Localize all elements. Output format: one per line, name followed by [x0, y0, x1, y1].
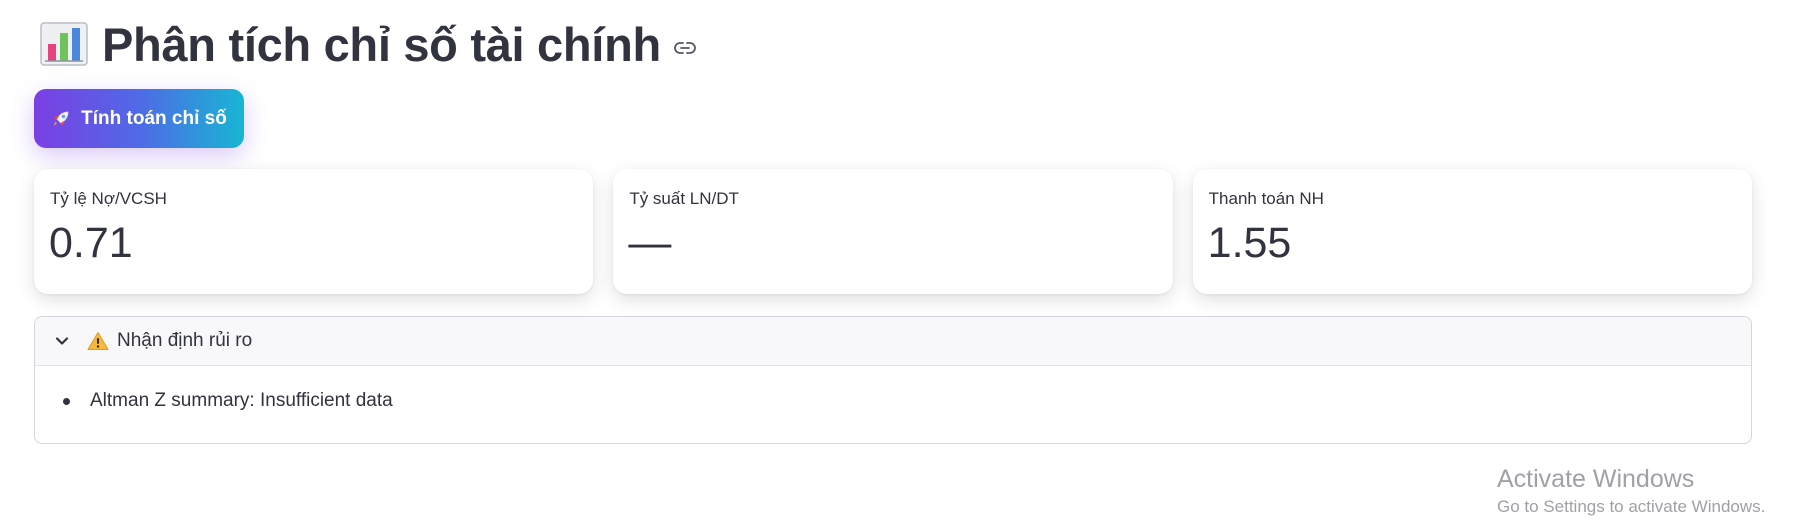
metric-card-debt-equity: Tỷ lệ Nợ/VCSH 0.71 [34, 169, 594, 294]
activate-windows-watermark: Activate Windows Go to Settings to activ… [1497, 464, 1765, 518]
chevron-down-icon [53, 332, 71, 350]
risk-list: Altman Z summary: Insufficient data [57, 390, 1729, 412]
expander-title: Nhận định rủi ro [117, 330, 253, 351]
bar-chart-icon [40, 20, 88, 68]
bullet-icon [63, 397, 70, 405]
metrics-row: Tỷ lệ Nợ/VCSH 0.71 Tỷ suất LN/DT — Thanh… [34, 169, 1752, 294]
page-title: Phân tích chỉ số tài chính [102, 17, 661, 71]
risk-assessment-expander: Nhận định rủi ro Altman Z summary: Insuf… [34, 316, 1752, 444]
link-icon[interactable] [673, 36, 697, 60]
expander-header[interactable]: Nhận định rủi ro [35, 317, 1751, 366]
title-row: Phân tích chỉ số tài chính [40, 14, 697, 74]
app-page: Phân tích chỉ số tài chính Tính toán chỉ… [0, 0, 1801, 521]
metric-label: Tỷ suất LN/DT [629, 189, 739, 208]
watermark-title: Activate Windows [1497, 465, 1695, 493]
calculate-ratios-button[interactable]: Tính toán chỉ số [34, 89, 244, 148]
expander-body: Altman Z summary: Insufficient data [35, 366, 1751, 412]
metric-value: 0.71 [49, 219, 133, 267]
metric-card-current-ratio: Thanh toán NH 1.55 [1192, 169, 1752, 294]
metric-label: Tỷ lệ Nợ/VCSH [50, 189, 167, 208]
metric-label: Thanh toán NH [1208, 189, 1324, 208]
metric-value: — [628, 219, 672, 267]
metric-card-profit-margin: Tỷ suất LN/DT — [613, 169, 1173, 294]
calculate-ratios-label: Tính toán chỉ số [81, 107, 227, 129]
watermark-subtitle: Go to Settings to activate Windows. [1497, 497, 1766, 516]
list-item-text: Altman Z summary: Insufficient data [90, 390, 393, 411]
warning-icon [87, 331, 109, 351]
rocket-icon [51, 109, 71, 129]
metric-value: 1.55 [1207, 219, 1292, 267]
list-item: Altman Z summary: Insufficient data [57, 390, 1729, 412]
